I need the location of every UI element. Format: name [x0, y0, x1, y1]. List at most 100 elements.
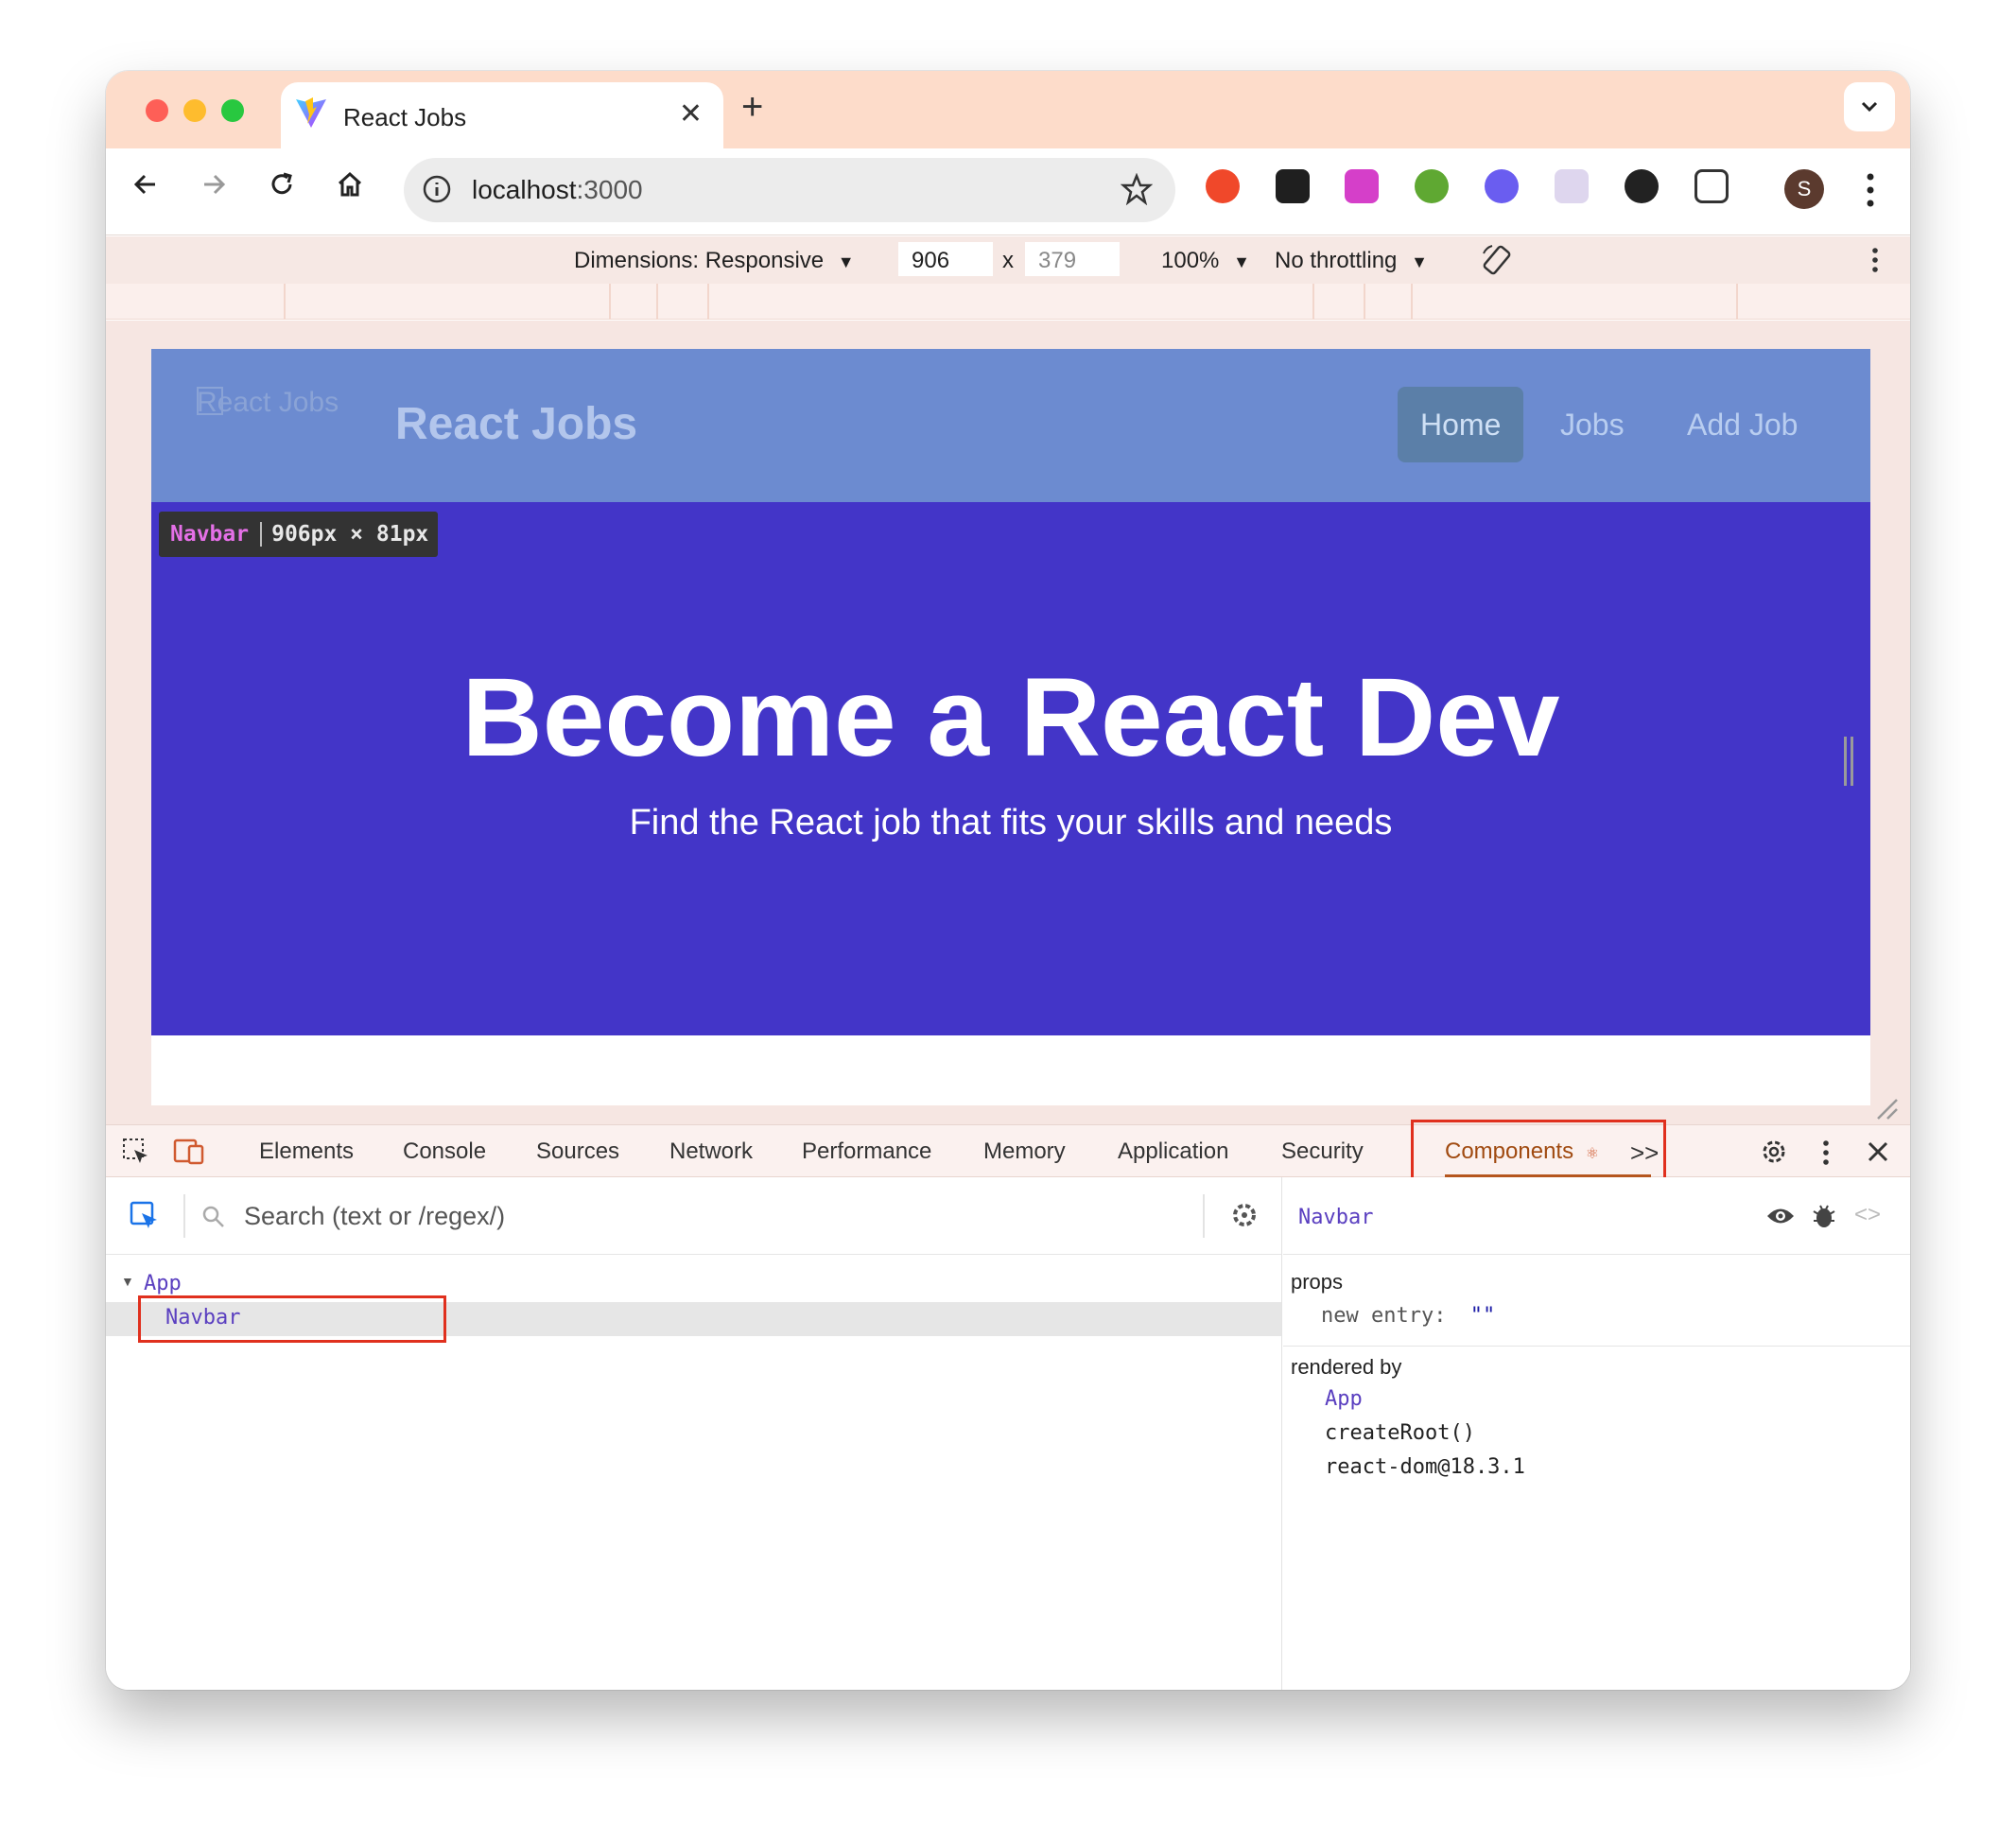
- tab-search-button[interactable]: [1844, 82, 1895, 131]
- tree-node-app[interactable]: App: [144, 1272, 182, 1295]
- brand-title[interactable]: React Jobs: [395, 398, 637, 450]
- prop-key[interactable]: new entry: [1321, 1304, 1434, 1328]
- devtools-settings-icon[interactable]: [1759, 1137, 1789, 1172]
- tab-elements[interactable]: Elements: [259, 1138, 354, 1165]
- extension-lighthouse-icon[interactable]: [1276, 169, 1310, 203]
- hero-subtitle: Find the React job that fits your skills…: [629, 803, 1393, 843]
- extensions-puzzle-icon[interactable]: [1694, 169, 1729, 203]
- reload-icon[interactable]: [261, 169, 303, 208]
- url-host: localhost: [472, 175, 577, 204]
- rendered-by-app[interactable]: App: [1325, 1387, 1363, 1411]
- tab-console[interactable]: Console: [403, 1138, 486, 1165]
- rendered-by-createroot: createRoot(): [1325, 1421, 1475, 1445]
- prop-colon: :: [1434, 1304, 1447, 1328]
- rendered-by-heading: rendered by: [1291, 1355, 1402, 1379]
- dropdown-triangle-icon: ▼: [1233, 252, 1250, 271]
- inspect-element-icon[interactable]: [121, 1137, 151, 1172]
- tab-close-icon[interactable]: ✕: [679, 97, 703, 130]
- browser-toolbar: localhost:3000 S: [106, 148, 1910, 235]
- tab-performance[interactable]: Performance: [802, 1138, 931, 1165]
- resize-handle-right[interactable]: [1844, 737, 1853, 786]
- nav-link-jobs[interactable]: Jobs: [1538, 387, 1647, 462]
- tab-sources[interactable]: Sources: [536, 1138, 619, 1165]
- select-component-icon[interactable]: [129, 1200, 161, 1237]
- home-icon[interactable]: [329, 169, 371, 208]
- logo-alt-text: React Jobs: [197, 387, 339, 418]
- device-toolbar: Dimensions: Responsive ▼ 906 x 379 100% …: [106, 236, 1910, 284]
- hero-title: Become a React Dev: [461, 655, 1560, 780]
- maximize-window-button[interactable]: [221, 99, 244, 122]
- tab-network[interactable]: Network: [669, 1138, 753, 1165]
- bookmark-star-icon[interactable]: [1120, 172, 1154, 210]
- minimize-window-button[interactable]: [183, 99, 206, 122]
- component-search-input[interactable]: Search (text or /regex/): [244, 1202, 505, 1231]
- extension-bolt-icon[interactable]: [1206, 169, 1240, 203]
- new-tab-button[interactable]: +: [741, 86, 763, 129]
- address-bar[interactable]: localhost:3000: [404, 158, 1175, 222]
- dimensions-dropdown[interactable]: Dimensions: Responsive ▼: [574, 248, 855, 274]
- tab-title: React Jobs: [343, 103, 467, 131]
- dimension-separator: x: [1002, 248, 1014, 273]
- responsive-viewport: React Jobs React Jobs Home Jobs Add Job …: [106, 321, 1910, 1124]
- media-query-ruler[interactable]: [106, 284, 1910, 320]
- dimensions-label: Dimensions: Responsive: [574, 248, 825, 273]
- devtools-menu-icon[interactable]: [1821, 1138, 1831, 1172]
- chevron-down-icon: [1861, 101, 1878, 113]
- browser-menu-icon[interactable]: [1865, 171, 1876, 214]
- search-icon: [200, 1204, 227, 1235]
- site-info-icon[interactable]: [421, 173, 453, 210]
- dropdown-triangle-icon: ▼: [1411, 252, 1428, 271]
- tooltip-component-name: Navbar: [170, 522, 250, 547]
- extension-download-icon[interactable]: [1345, 169, 1379, 203]
- tab-application[interactable]: Application: [1118, 1138, 1228, 1165]
- extension-add-icon[interactable]: [1415, 169, 1449, 203]
- rendered-by-react-dom: react-dom@18.3.1: [1325, 1455, 1525, 1479]
- debug-bug-icon[interactable]: [1811, 1202, 1837, 1235]
- height-input[interactable]: 379: [1025, 242, 1120, 276]
- hero-section: Become a React Dev Find the React job th…: [151, 502, 1870, 1035]
- prop-entry-row[interactable]: new entry: "": [1321, 1304, 1495, 1328]
- devtools-close-icon[interactable]: [1865, 1138, 1891, 1170]
- browser-tab[interactable]: React Jobs ✕: [281, 82, 723, 148]
- navbar[interactable]: React Jobs React Jobs Home Jobs Add Job: [151, 349, 1870, 502]
- throttling-label: No throttling: [1275, 248, 1398, 273]
- close-window-button[interactable]: [146, 99, 168, 122]
- zoom-label: 100%: [1161, 248, 1220, 273]
- component-inspector-pane: Navbar <> props new entry: "" rendered b…: [1283, 1177, 1910, 1690]
- dropdown-triangle-icon: ▼: [837, 252, 855, 271]
- inspect-tooltip: Navbar 906px × 81px: [159, 512, 439, 557]
- inspect-dom-eye-icon[interactable]: [1765, 1202, 1796, 1235]
- throttling-dropdown[interactable]: No throttling ▼: [1275, 248, 1428, 274]
- vite-favicon-icon: [294, 96, 328, 130]
- component-tree-pane: Search (text or /regex/) ▼ App Navbar: [106, 1177, 1282, 1690]
- extension-css-icon[interactable]: [1625, 169, 1659, 203]
- collapse-triangle-icon[interactable]: ▼: [121, 1274, 134, 1289]
- tab-memory[interactable]: Memory: [983, 1138, 1066, 1165]
- extension-terminal-icon[interactable]: [1555, 169, 1589, 203]
- zoom-dropdown[interactable]: 100% ▼: [1161, 248, 1250, 274]
- nav-link-add-job[interactable]: Add Job: [1664, 387, 1820, 462]
- selected-component-name: Navbar: [1298, 1206, 1374, 1229]
- view-source-icon[interactable]: <>: [1854, 1202, 1881, 1228]
- components-panel: Search (text or /regex/) ▼ App Navbar Na…: [106, 1177, 1910, 1690]
- tab-security[interactable]: Security: [1281, 1138, 1364, 1165]
- back-icon[interactable]: [125, 169, 166, 208]
- device-toggle-icon[interactable]: [172, 1137, 206, 1172]
- tooltip-size: 906px × 81px: [260, 522, 438, 547]
- tree-settings-icon[interactable]: [1229, 1200, 1260, 1235]
- title-bar: React Jobs ✕ +: [106, 71, 1910, 148]
- props-heading: props: [1291, 1270, 1344, 1294]
- forward-icon[interactable]: [193, 169, 235, 208]
- width-input[interactable]: 906: [898, 242, 993, 276]
- page-content: React Jobs React Jobs Home Jobs Add Job …: [151, 349, 1870, 1105]
- url-port: :3000: [576, 175, 643, 204]
- device-toolbar-menu-icon[interactable]: [1870, 246, 1880, 281]
- component-search-row: Search (text or /regex/): [106, 1177, 1281, 1255]
- rotate-icon[interactable]: [1479, 242, 1515, 285]
- extension-snowflake-icon[interactable]: [1485, 169, 1519, 203]
- prop-value[interactable]: "": [1470, 1304, 1496, 1328]
- profile-avatar[interactable]: S: [1784, 169, 1824, 209]
- annotation-box-navbar-node: [138, 1295, 446, 1343]
- resize-corner-icon[interactable]: [1874, 1096, 1899, 1125]
- nav-link-home[interactable]: Home: [1398, 387, 1524, 462]
